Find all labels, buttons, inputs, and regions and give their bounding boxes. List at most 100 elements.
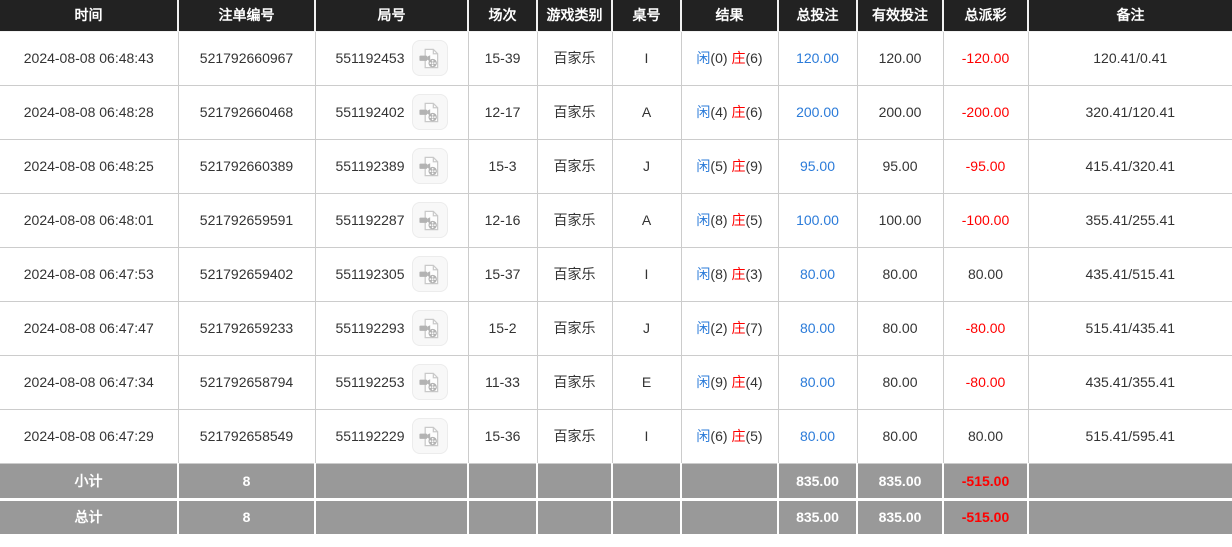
header-row: 时间 注单编号 局号 场次 游戏类别 桌号 结果 总投注 有效投注 总派彩 备注 — [0, 0, 1232, 31]
video-replay-button[interactable] — [412, 364, 448, 400]
bet-records-table: 时间 注单编号 局号 场次 游戏类别 桌号 结果 总投注 有效投注 总派彩 备注… — [0, 0, 1232, 537]
summary-total-bet: 835.00 — [778, 499, 857, 535]
round-no-wrapper: 551192293 — [316, 310, 468, 346]
summary-total-payout: -515.00 — [943, 499, 1028, 535]
result-player-score: (4) — [710, 104, 727, 120]
round-no-wrapper: 551192453 — [316, 40, 468, 76]
round-no-wrapper: 551192253 — [316, 364, 468, 400]
table-row: 2024-08-08 06:48:01521792659591551192287… — [0, 193, 1232, 247]
result-player-score: (8) — [710, 266, 727, 282]
summary-empty-round-no — [315, 499, 468, 535]
cell-total-payout: -80.00 — [943, 301, 1028, 355]
summary-valid-bet: 835.00 — [857, 499, 943, 535]
summary-empty-game-type — [537, 499, 612, 535]
cell-total-bet: 200.00 — [778, 85, 857, 139]
column-header-session: 场次 — [468, 0, 537, 31]
cell-table-no: A — [612, 85, 681, 139]
round-no-wrapper: 551192402 — [316, 94, 468, 130]
cell-round-no: 551192229 — [315, 409, 468, 463]
cell-result: 闲(0) 庄(6) — [681, 31, 778, 85]
summary-empty-result — [681, 463, 778, 499]
video-replay-icon — [418, 101, 441, 124]
result-player-label: 闲 — [696, 374, 710, 390]
cell-round-no: 551192453 — [315, 31, 468, 85]
cell-total-bet: 80.00 — [778, 409, 857, 463]
video-replay-icon — [418, 47, 441, 70]
cell-remark: 355.41/255.41 — [1028, 193, 1232, 247]
cell-total-payout: -200.00 — [943, 85, 1028, 139]
cell-round-no: 551192389 — [315, 139, 468, 193]
cell-remark: 435.41/515.41 — [1028, 247, 1232, 301]
round-no-wrapper: 551192389 — [316, 148, 468, 184]
cell-remark: 515.41/595.41 — [1028, 409, 1232, 463]
cell-valid-bet: 200.00 — [857, 85, 943, 139]
video-replay-button[interactable] — [412, 40, 448, 76]
video-replay-button[interactable] — [412, 148, 448, 184]
result-banker-label: 庄 — [731, 266, 745, 282]
summary-label: 总计 — [0, 499, 178, 535]
column-header-table-no: 桌号 — [612, 0, 681, 31]
column-header-total-bet: 总投注 — [778, 0, 857, 31]
table-row: 2024-08-08 06:47:34521792658794551192253… — [0, 355, 1232, 409]
cell-game-type: 百家乐 — [537, 31, 612, 85]
table-row: 2024-08-08 06:47:47521792659233551192293… — [0, 301, 1232, 355]
video-replay-button[interactable] — [412, 94, 448, 130]
video-replay-button[interactable] — [412, 310, 448, 346]
cell-session: 15-3 — [468, 139, 537, 193]
round-no-text: 551192253 — [335, 374, 404, 390]
cell-table-no: I — [612, 247, 681, 301]
cell-time: 2024-08-08 06:47:29 — [0, 409, 178, 463]
cell-total-bet: 80.00 — [778, 301, 857, 355]
cell-total-payout: -100.00 — [943, 193, 1028, 247]
summary-total-bet: 835.00 — [778, 463, 857, 499]
cell-bet-no: 521792659233 — [178, 301, 315, 355]
column-header-result: 结果 — [681, 0, 778, 31]
summary-total-payout: -515.00 — [943, 463, 1028, 499]
cell-table-no: J — [612, 139, 681, 193]
cell-time: 2024-08-08 06:48:01 — [0, 193, 178, 247]
video-replay-button[interactable] — [412, 256, 448, 292]
cell-session: 11-33 — [468, 355, 537, 409]
cell-bet-no: 521792660967 — [178, 31, 315, 85]
summary-empty-game-type — [537, 463, 612, 499]
video-replay-button[interactable] — [412, 418, 448, 454]
cell-table-no: I — [612, 31, 681, 85]
round-no-text: 551192305 — [335, 266, 404, 282]
summary-empty-session — [468, 463, 537, 499]
result-banker-label: 庄 — [731, 428, 745, 444]
table-row: 2024-08-08 06:48:25521792660389551192389… — [0, 139, 1232, 193]
cell-total-payout: -95.00 — [943, 139, 1028, 193]
table-row: 2024-08-08 06:48:28521792660468551192402… — [0, 85, 1232, 139]
cell-time: 2024-08-08 06:47:34 — [0, 355, 178, 409]
summary-label: 小计 — [0, 463, 178, 499]
cell-round-no: 551192402 — [315, 85, 468, 139]
cell-remark: 320.41/120.41 — [1028, 85, 1232, 139]
cell-result: 闲(2) 庄(7) — [681, 301, 778, 355]
result-banker-label: 庄 — [731, 50, 745, 66]
column-header-time: 时间 — [0, 0, 178, 31]
cell-total-bet: 100.00 — [778, 193, 857, 247]
cell-session: 12-17 — [468, 85, 537, 139]
result-player-label: 闲 — [696, 158, 710, 174]
cell-session: 15-39 — [468, 31, 537, 85]
round-no-wrapper: 551192305 — [316, 256, 468, 292]
cell-time: 2024-08-08 06:47:47 — [0, 301, 178, 355]
cell-session: 15-36 — [468, 409, 537, 463]
cell-table-no: A — [612, 193, 681, 247]
cell-game-type: 百家乐 — [537, 139, 612, 193]
video-replay-button[interactable] — [412, 202, 448, 238]
round-no-text: 551192402 — [335, 104, 404, 120]
cell-round-no: 551192253 — [315, 355, 468, 409]
video-replay-icon — [418, 263, 441, 286]
cell-game-type: 百家乐 — [537, 247, 612, 301]
column-header-game-type: 游戏类别 — [537, 0, 612, 31]
result-player-label: 闲 — [696, 212, 710, 228]
cell-result: 闲(8) 庄(5) — [681, 193, 778, 247]
cell-result: 闲(4) 庄(6) — [681, 85, 778, 139]
result-banker-score: (5) — [745, 212, 762, 228]
result-player-label: 闲 — [696, 266, 710, 282]
result-banker-score: (7) — [745, 320, 762, 336]
result-banker-label: 庄 — [731, 104, 745, 120]
subtotal-row: 小计8835.00835.00-515.00 — [0, 463, 1232, 499]
result-player-score: (5) — [710, 158, 727, 174]
